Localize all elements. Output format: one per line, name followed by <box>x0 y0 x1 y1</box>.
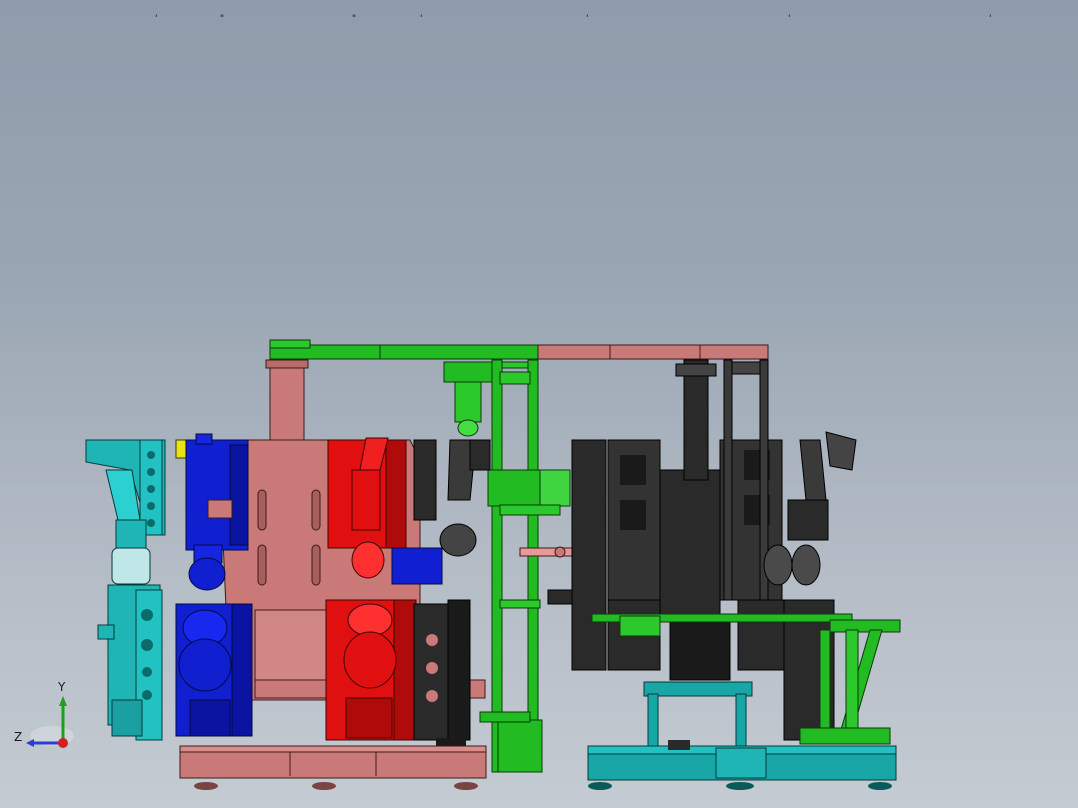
green-gripper <box>443 361 531 437</box>
green-frame <box>479 359 571 773</box>
coordinate-triad: Y Z <box>12 680 82 752</box>
cad-viewport[interactable]: ' " " ' ' ' ' Y Z <box>0 0 1078 808</box>
cyan-module <box>85 439 166 741</box>
pink-base <box>179 745 487 790</box>
dark-module-center <box>413 439 491 748</box>
top-beam <box>269 339 769 360</box>
y-axis-label: Y <box>58 680 66 694</box>
assembly-model[interactable] <box>0 0 1078 808</box>
z-axis-label: Z <box>14 730 23 744</box>
triad-graphic <box>26 696 74 748</box>
